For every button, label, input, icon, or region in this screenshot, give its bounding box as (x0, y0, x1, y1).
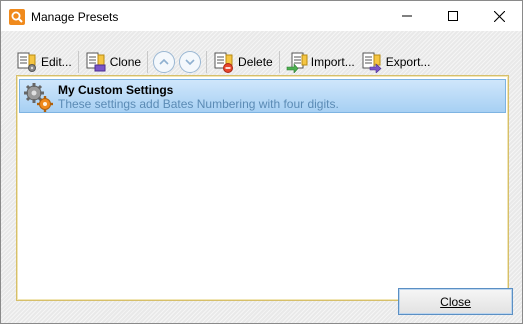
clone-preset-icon (86, 52, 106, 72)
move-down-button[interactable] (179, 51, 202, 73)
import-preset-icon (286, 52, 308, 73)
import-label: Import... (310, 55, 355, 69)
list-item[interactable]: My Custom Settings These settings add Ba… (19, 79, 506, 113)
preset-title: My Custom Settings (58, 83, 174, 97)
toolbar-separator (147, 51, 149, 73)
maximize-icon (448, 11, 458, 21)
arrow-down-icon (185, 59, 195, 66)
edit-preset-icon (17, 52, 36, 72)
close-icon (493, 10, 505, 22)
export-label: Export... (385, 55, 431, 69)
clone-label: Clone (109, 55, 142, 69)
delete-preset-icon (214, 52, 234, 73)
close-window-button[interactable] (476, 1, 522, 31)
delete-button[interactable]: Delete (210, 49, 276, 75)
settings-gears-icon (23, 82, 53, 112)
dialog-body: Edit... Clone Delete Import... Export...… (1, 31, 522, 323)
edit-button[interactable]: Edit... (13, 49, 75, 75)
export-preset-icon (362, 52, 382, 73)
minimize-button[interactable] (384, 1, 430, 31)
export-button[interactable]: Export... (358, 49, 434, 75)
minimize-icon (402, 15, 412, 17)
toolbar-separator (206, 51, 208, 73)
toolbar-separator (77, 51, 79, 73)
close-button-label: Close (440, 294, 471, 309)
import-button[interactable]: Import... (283, 49, 358, 75)
window-title: Manage Presets (31, 10, 119, 24)
maximize-button[interactable] (430, 1, 476, 31)
title-bar[interactable]: Manage Presets (1, 1, 522, 31)
clone-button[interactable]: Clone (82, 49, 144, 75)
move-up-button[interactable] (153, 51, 176, 73)
close-button[interactable]: Close (398, 288, 513, 315)
arrow-up-icon (159, 58, 169, 65)
delete-label: Delete (238, 55, 273, 69)
presets-list[interactable]: My Custom Settings These settings add Ba… (16, 75, 509, 301)
manage-presets-window: Manage Presets Edit... Clone Delete Impo… (0, 0, 523, 324)
toolbar-separator (278, 51, 280, 73)
presets-toolbar: Edit... Clone Delete Import... Export... (13, 45, 510, 79)
preset-description: These settings add Bates Numbering with … (58, 97, 339, 111)
app-logo-icon (9, 9, 25, 25)
edit-label: Edit... (41, 55, 72, 69)
